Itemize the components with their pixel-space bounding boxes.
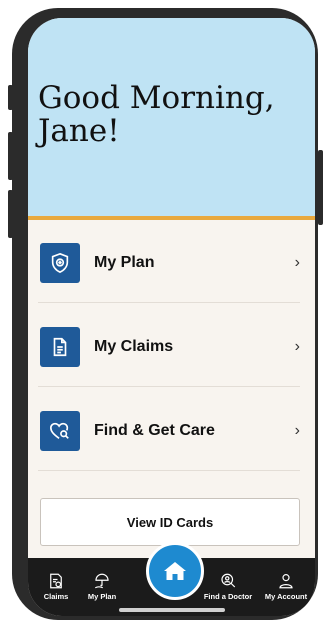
shield-plus-icon	[40, 243, 80, 283]
document-icon	[40, 327, 80, 367]
doctor-search-icon	[221, 573, 236, 588]
claims-icon	[50, 573, 62, 589]
home-icon	[164, 562, 186, 580]
greeting-banner: Good Morning, Jane!	[28, 18, 315, 220]
bottom-tab-bar: Claims My Plan Find a Doctor My Account	[28, 542, 315, 616]
umbrella-hand-icon	[94, 573, 109, 589]
tab-label: My Plan	[87, 592, 117, 601]
tab-label: Find a Doctor	[203, 592, 253, 601]
menu-item-label: Find & Get Care	[94, 422, 215, 439]
home-button[interactable]	[146, 542, 204, 600]
view-id-cards-button[interactable]: View ID Cards	[40, 498, 300, 546]
tab-my-plan[interactable]: My Plan	[72, 572, 132, 601]
tab-find-a-doctor[interactable]: Find a Doctor	[198, 572, 258, 601]
home-indicator	[119, 608, 225, 612]
app-screen: Good Morning, Jane! My Plan › My Claims …	[28, 18, 315, 616]
tab-label: My Account	[264, 592, 308, 601]
menu-item-find-get-care[interactable]: Find & Get Care ›	[38, 388, 300, 471]
tab-my-account[interactable]: My Account	[256, 572, 315, 601]
person-icon	[279, 574, 293, 589]
menu-item-my-claims[interactable]: My Claims ›	[38, 304, 300, 387]
power-button	[318, 150, 323, 225]
menu-item-my-plan[interactable]: My Plan ›	[38, 220, 300, 303]
menu-item-label: My Claims	[94, 338, 174, 355]
menu-item-label: My Plan	[94, 254, 155, 271]
chevron-right-icon: ›	[294, 422, 300, 439]
greeting-text: Good Morning, Jane!	[38, 80, 275, 149]
chevron-right-icon: ›	[294, 338, 300, 355]
heart-search-icon	[40, 411, 80, 451]
chevron-right-icon: ›	[294, 254, 300, 271]
